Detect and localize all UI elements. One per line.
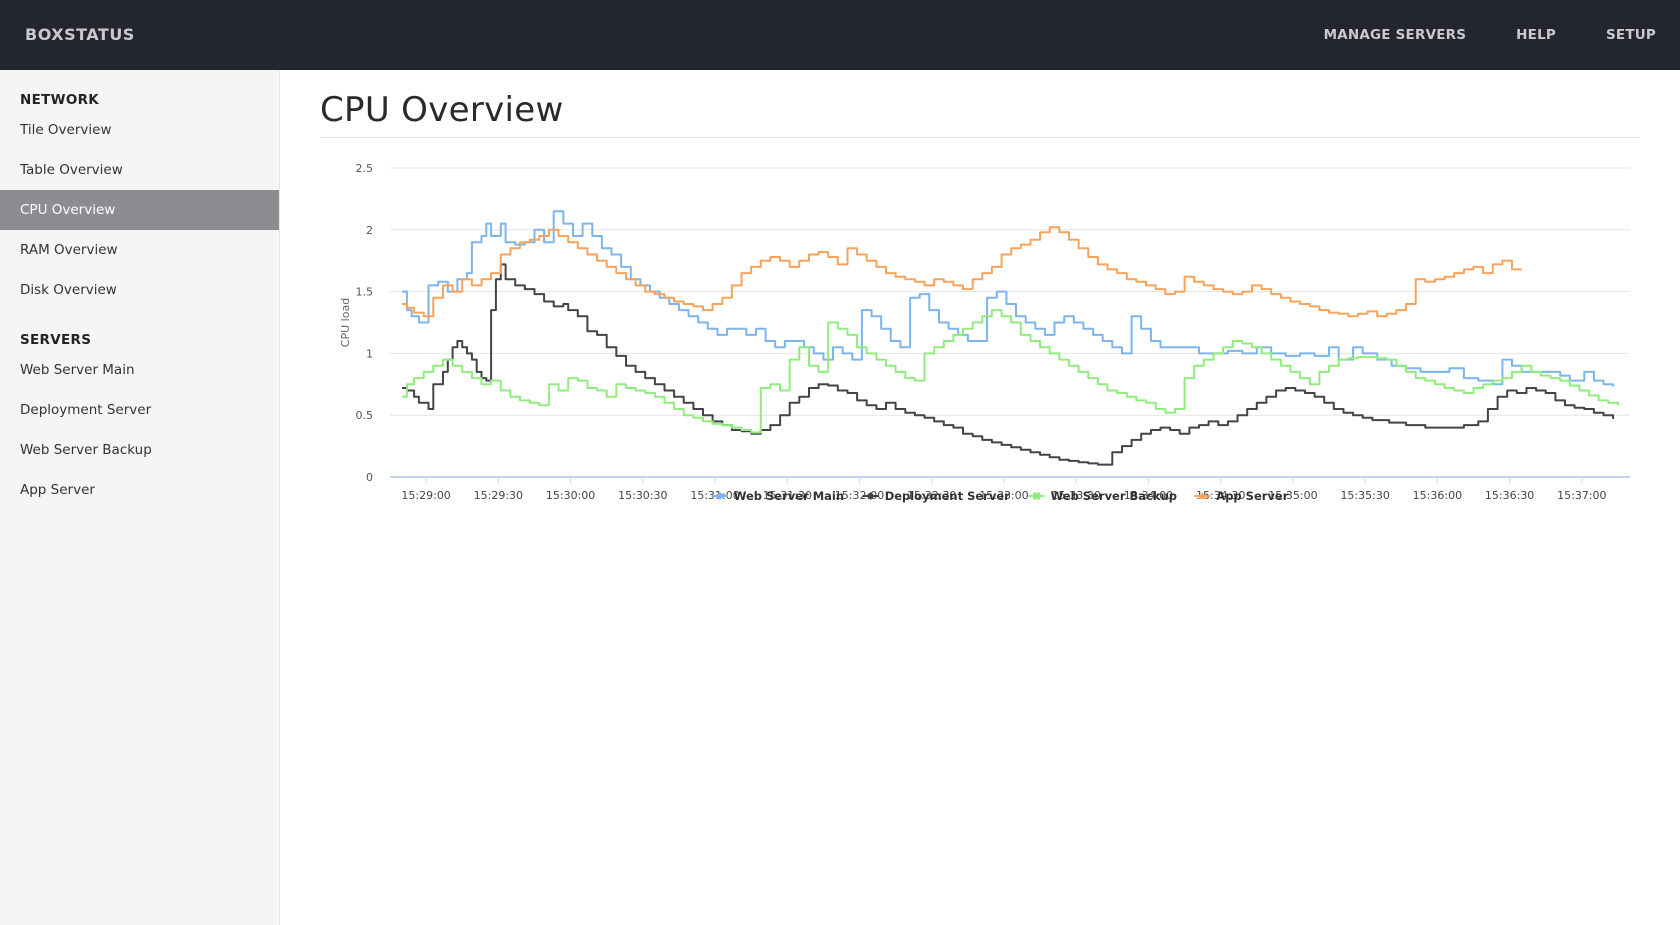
- brand-logo[interactable]: BOXSTATUS: [25, 0, 135, 70]
- sidebar-item-web-server-backup[interactable]: Web Server Backup: [0, 430, 279, 470]
- series-line-web-server-main: [402, 210, 1615, 387]
- y-tick-label: 1.5: [356, 286, 374, 299]
- x-tick-label: 15:36:00: [1413, 489, 1462, 502]
- sidebar-item-deployment-server[interactable]: Deployment Server: [0, 390, 279, 430]
- x-tick-label: 15:30:30: [618, 489, 667, 502]
- title-divider: [320, 137, 1640, 138]
- sidebar-item-disk-overview[interactable]: Disk Overview: [0, 270, 279, 310]
- sidebar-item-table-overview[interactable]: Table Overview: [0, 150, 279, 190]
- legend-item-deployment-server[interactable]: Deployment Server: [862, 489, 1010, 503]
- legend-marker-circle: [716, 492, 724, 500]
- x-tick-label: 15:36:30: [1485, 489, 1534, 502]
- x-tick-label: 15:29:00: [401, 489, 450, 502]
- sidebar-heading-servers: SERVERS: [20, 332, 92, 348]
- top-nav-links: MANAGE SERVERS HELP SETUP: [1299, 0, 1680, 70]
- x-tick-label: 15:29:30: [474, 489, 523, 502]
- sidebar-heading-network: NETWORK: [20, 92, 100, 108]
- sidebar-item-cpu-overview[interactable]: CPU Overview: [0, 190, 279, 230]
- sidebar-item-app-server[interactable]: App Server: [0, 470, 279, 510]
- nav-manage-servers[interactable]: MANAGE SERVERS: [1299, 0, 1492, 70]
- legend-label: Deployment Server: [885, 489, 1010, 503]
- legend-label: Web Server Main: [734, 489, 844, 503]
- legend-marker-square: [1033, 492, 1040, 500]
- x-tick-label: 15:37:00: [1557, 489, 1606, 502]
- y-axis-title: CPU load: [339, 298, 352, 347]
- y-tick-label: 2.5: [356, 162, 374, 175]
- series-line-app-server: [402, 226, 1522, 318]
- nav-help[interactable]: HELP: [1491, 0, 1581, 70]
- legend-item-web-server-backup[interactable]: Web Server Backup: [1028, 489, 1177, 503]
- sidebar-item-tile-overview[interactable]: Tile Overview: [0, 110, 279, 150]
- top-navbar: BOXSTATUS MANAGE SERVERS HELP SETUP: [0, 0, 1680, 70]
- sidebar-item-ram-overview[interactable]: RAM Overview: [0, 230, 279, 270]
- x-tick-label: 15:30:00: [546, 489, 595, 502]
- y-tick-label: 2: [366, 224, 373, 237]
- legend-label: Web Server Backup: [1051, 489, 1177, 503]
- legend-label: App Server: [1216, 489, 1288, 503]
- page-title: CPU Overview: [320, 90, 564, 130]
- nav-setup[interactable]: SETUP: [1581, 0, 1680, 70]
- y-tick-label: 0.5: [356, 409, 374, 422]
- series-line-deployment-server: [402, 263, 1615, 466]
- cpu-load-chart[interactable]: 0 0.5 1 1.5 2 2.5 15:29:00 15:29:30 15:30:00 15:3…: [320, 150, 1640, 550]
- sidebar: NETWORK Tile Overview Table Overview CPU…: [0, 70, 280, 925]
- sidebar-item-web-server-main[interactable]: Web Server Main: [0, 350, 279, 390]
- x-tick-label: 15:35:30: [1340, 489, 1389, 502]
- y-tick-label: 1: [366, 347, 373, 360]
- y-tick-label: 0: [366, 471, 373, 484]
